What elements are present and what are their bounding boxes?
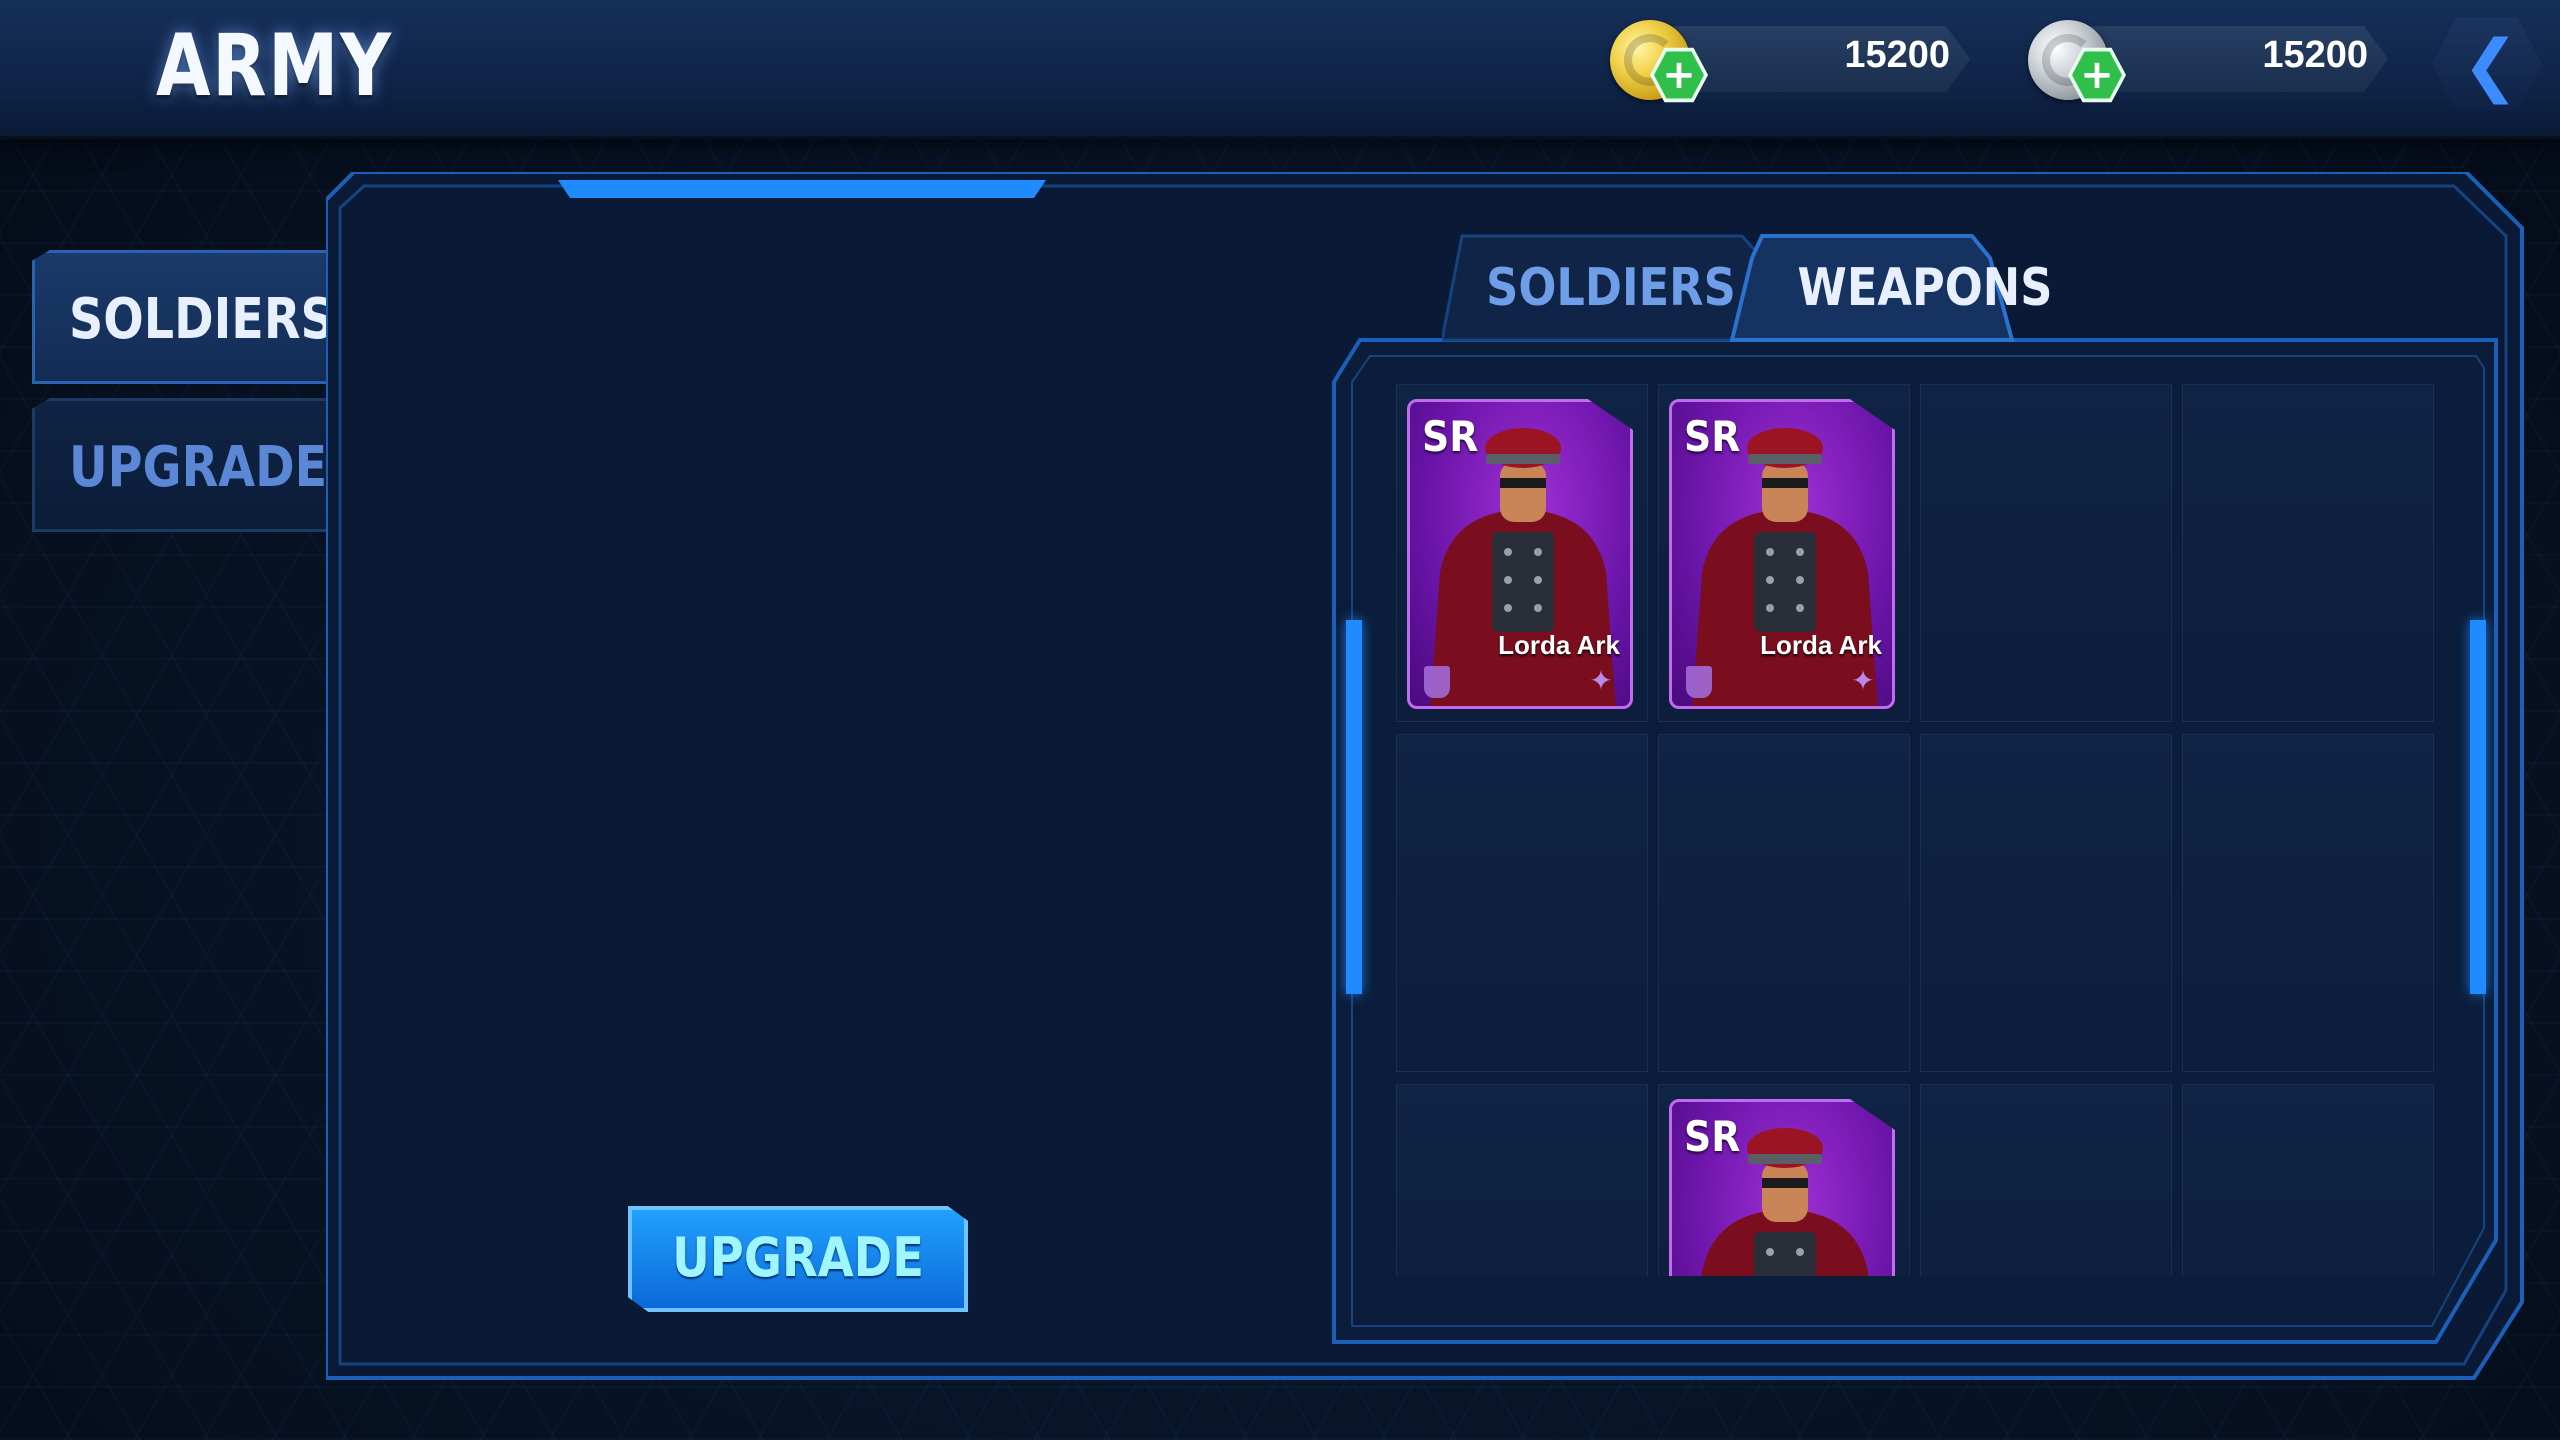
soldier-card[interactable]: SR Lorda Ark ✦ <box>1669 399 1895 709</box>
grid-cell[interactable] <box>1396 1084 1648 1276</box>
eagle-emblem-icon: ✦ <box>1589 664 1613 697</box>
grid-cell[interactable] <box>2182 1084 2434 1276</box>
soldier-name: Lorda Ark <box>1760 630 1882 660</box>
grid-cell[interactable] <box>2182 384 2434 722</box>
grid-cell[interactable] <box>1920 384 2172 722</box>
grid-cell[interactable]: SR Lorda Ark ✦ <box>1396 384 1648 722</box>
right-scroll-indicator[interactable] <box>2470 620 2486 994</box>
soldier-card[interactable]: SR Lorda Ark ✦ <box>1407 399 1633 709</box>
top-bar: ARMY 15200 + 15200 + ❮ <box>0 0 2560 139</box>
sidebar-item-soldiers[interactable]: SOLDIERS <box>32 250 331 384</box>
tab-soldiers[interactable]: SOLDIERS <box>1446 230 1776 342</box>
gold-amount: 15200 <box>1844 34 1950 76</box>
grid-cell[interactable] <box>1396 734 1648 1072</box>
grid-cell[interactable] <box>2182 734 2434 1072</box>
inventory-grid: SR Lorda Ark ✦ SR Lorda Ark ✦ SR <box>1396 384 2436 1276</box>
eagle-emblem-icon: ✦ <box>1851 664 1875 697</box>
back-button[interactable]: ❮ <box>2432 18 2542 110</box>
chevron-left-icon: ❮ <box>2462 26 2519 105</box>
upgrade-button[interactable]: UPGRADE <box>628 1206 968 1312</box>
silver-amount: 15200 <box>2262 34 2368 76</box>
rank-chevron-icon <box>1686 666 1712 698</box>
grid-cell[interactable] <box>1920 734 2172 1072</box>
page-title: ARMY <box>156 16 393 116</box>
silver-currency: 15200 + <box>2028 20 2388 103</box>
sidebar-item-label: SOLDIERS <box>69 287 335 352</box>
sidebar-item-label: UPGRADE <box>69 435 328 500</box>
grid-cell[interactable] <box>1920 1084 2172 1276</box>
grid-cell[interactable]: SR <box>1658 1084 1910 1276</box>
grid-cell[interactable] <box>1658 734 1910 1072</box>
gold-currency: 15200 + <box>1610 20 1970 103</box>
grid-cell[interactable]: SR Lorda Ark ✦ <box>1658 384 1910 722</box>
tab-weapons[interactable]: WEAPONS <box>1770 230 2080 342</box>
rarity-label: SR <box>1684 412 1741 461</box>
upgrade-button-label: UPGRADE <box>672 1226 924 1289</box>
tab-soldiers-label: SOLDIERS <box>1486 258 1736 318</box>
soldier-name: Lorda Ark <box>1498 630 1620 660</box>
rarity-label: SR <box>1422 412 1479 461</box>
sidebar-item-upgrade[interactable]: UPGRADE <box>32 398 331 532</box>
left-scroll-indicator[interactable] <box>1346 620 1362 994</box>
tab-weapons-label: WEAPONS <box>1797 258 2053 318</box>
rank-chevron-icon <box>1424 666 1450 698</box>
rarity-label: SR <box>1684 1112 1741 1161</box>
soldier-card[interactable]: SR <box>1669 1099 1895 1276</box>
